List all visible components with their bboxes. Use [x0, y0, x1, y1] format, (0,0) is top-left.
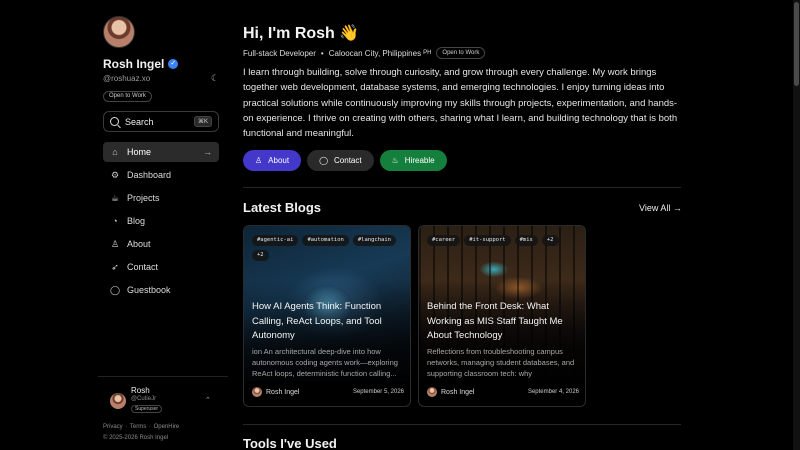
blog-tag: #automation [302, 235, 349, 246]
privacy-link[interactable]: Privacy [103, 424, 123, 430]
blog-tag-more: +2 [252, 250, 269, 261]
terms-link[interactable]: Terms [130, 424, 146, 430]
hireable-button-label: Hireable [404, 156, 435, 165]
footer-links: Privacy · Terms · OpenHire [103, 424, 180, 430]
section-divider [243, 424, 681, 425]
separator-dot: • [320, 48, 324, 58]
about-button[interactable]: ♙ About [243, 150, 302, 171]
contact-button[interactable]: ◯ Contact [307, 150, 374, 171]
sidebar-item-blog[interactable]: ◔ Blog [103, 211, 219, 231]
contact-button-label: Contact [334, 156, 362, 165]
sidebar-item-home[interactable]: ⌂ Home → [103, 142, 219, 162]
action-buttons: ♙ About ◯ Contact ♨ Hireable [243, 150, 447, 171]
location-text: Caloocan City, Philippines [328, 48, 422, 58]
sidebar-item-label: Blog [127, 216, 146, 226]
chat-icon: ◯ [110, 284, 121, 295]
blog-description: Reflections from troubleshooting campus … [427, 347, 575, 378]
section-divider [243, 187, 681, 188]
user-name: Rosh [131, 386, 150, 395]
sidebar-item-label: Guestbook [127, 285, 171, 295]
scrollbar-thumb[interactable] [794, 2, 799, 86]
user-avatar [110, 393, 126, 409]
blog-meta: Rosh Ingel September 5, 2026 [252, 387, 404, 397]
search-icon [110, 117, 119, 126]
sidebar-item-guestbook[interactable]: ◯ Guestbook [103, 280, 219, 300]
author-avatar [427, 387, 437, 397]
blog-tags: #agentic-ai #automation #langchain +2 [252, 235, 404, 261]
profile-name-row: Rosh Ingel ✓ [103, 57, 179, 71]
copyright: © 2025-2026 Rosh Ingel [103, 435, 169, 441]
about-button-label: About [268, 156, 290, 165]
profile-name: Rosh Ingel [103, 57, 165, 71]
status-badge: Open to Work [436, 47, 486, 59]
hireable-button[interactable]: ♨ Hireable [379, 150, 447, 171]
author-avatar [252, 387, 262, 397]
user-role-badge: Superuser [131, 405, 163, 413]
blog-author: Rosh Ingel [441, 388, 475, 396]
blog-tag: #career [427, 235, 461, 246]
rocket-icon: ➶ [111, 261, 119, 272]
subtitle-line: Full-stack Developer • Caloocan City, Ph… [243, 47, 486, 59]
user-icon: ♙ [110, 238, 120, 249]
blog-tag: #langchain [352, 235, 396, 246]
blog-icon: ◔ [112, 216, 118, 226]
user-handle: @CutieJr [131, 396, 157, 402]
chevron-up-icon[interactable]: ⌃ [205, 396, 211, 404]
view-all-link[interactable]: View All → [639, 203, 682, 213]
role-text: Full-stack Developer [243, 48, 316, 58]
sidebar-item-label: Contact [127, 262, 159, 272]
blog-tag: #mis [514, 235, 538, 246]
avatar[interactable] [103, 16, 135, 48]
blog-date: September 4, 2026 [527, 389, 579, 395]
sidebar-nav: ⌂ Home → ⚙ Dashboard ☕ Projects ◔ Blog ♙… [103, 142, 219, 303]
dashboard-icon: ⚙ [110, 169, 120, 180]
status-badge: Open to Work [103, 91, 152, 102]
chat-icon: ◯ [319, 156, 329, 165]
blog-title: How AI Agents Think: Function Calling, R… [252, 301, 382, 341]
main-content: Hi, I'm Rosh 👋 Full-stack Developer • Ca… [243, 0, 683, 450]
country-code: PH [423, 50, 432, 56]
arrow-right-icon: → [203, 147, 212, 157]
sidebar-item-label: Home [127, 147, 152, 157]
sidebar-item-dashboard[interactable]: ⚙ Dashboard [103, 165, 219, 185]
user-icon: ♙ [255, 156, 263, 165]
blogs-section-title: Latest Blogs [243, 200, 322, 215]
tools-section-title: Tools I've Used [243, 436, 337, 450]
verified-icon: ✓ [168, 59, 179, 69]
sidebar-item-label: Projects [127, 193, 160, 203]
blog-author: Rosh Ingel [266, 388, 300, 396]
footer-separator: · [148, 424, 151, 430]
search-shortcut: ⌘K [193, 116, 212, 127]
sidebar-item-about[interactable]: ♙ About [103, 234, 219, 254]
search-label: Search [125, 116, 154, 127]
openhire-link[interactable]: OpenHire [154, 424, 180, 430]
sidebar: Rosh Ingel ✓ @roshuaz.xo ☾ Open to Work … [98, 0, 228, 450]
bio-text: I learn through building, solve through … [243, 67, 678, 140]
sidebar-item-label: Dashboard [127, 170, 172, 180]
blog-card[interactable]: #agentic-ai #automation #langchain +2 Ho… [243, 225, 411, 407]
blog-date: September 5, 2026 [352, 389, 404, 395]
moon-icon[interactable]: ☾ [211, 73, 219, 84]
projects-icon: ☕ [110, 192, 120, 203]
page-title: Hi, I'm Rosh 👋 [243, 25, 360, 42]
blog-description: ion An architectural deep-dive into how … [252, 347, 398, 378]
blog-tag: #it-support [464, 235, 511, 246]
blog-card[interactable]: #career #it-support #mis +2 Behind the F… [418, 225, 586, 407]
user-profile-menu[interactable]: Rosh @CutieJr Superuser ⌃ [98, 376, 228, 418]
blog-meta: Rosh Ingel September 4, 2026 [427, 387, 579, 397]
sidebar-item-contact[interactable]: ➶ Contact [103, 257, 219, 277]
blog-title: Behind the Front Desk: What Working as M… [427, 301, 563, 341]
page-scrollbar[interactable] [793, 0, 800, 450]
search-button[interactable]: Search ⌘K [103, 111, 219, 132]
profile-handle: @roshuaz.xo [103, 74, 151, 83]
flame-icon: ♨ [391, 156, 399, 165]
blog-tag-more: +2 [541, 235, 559, 246]
sidebar-item-projects[interactable]: ☕ Projects [103, 188, 219, 208]
blog-tag: #agentic-ai [252, 235, 299, 246]
blog-tags: #career #it-support #mis +2 [427, 235, 579, 246]
home-icon: ⌂ [112, 147, 118, 157]
sidebar-item-label: About [127, 239, 151, 249]
footer-separator: · [125, 424, 128, 430]
